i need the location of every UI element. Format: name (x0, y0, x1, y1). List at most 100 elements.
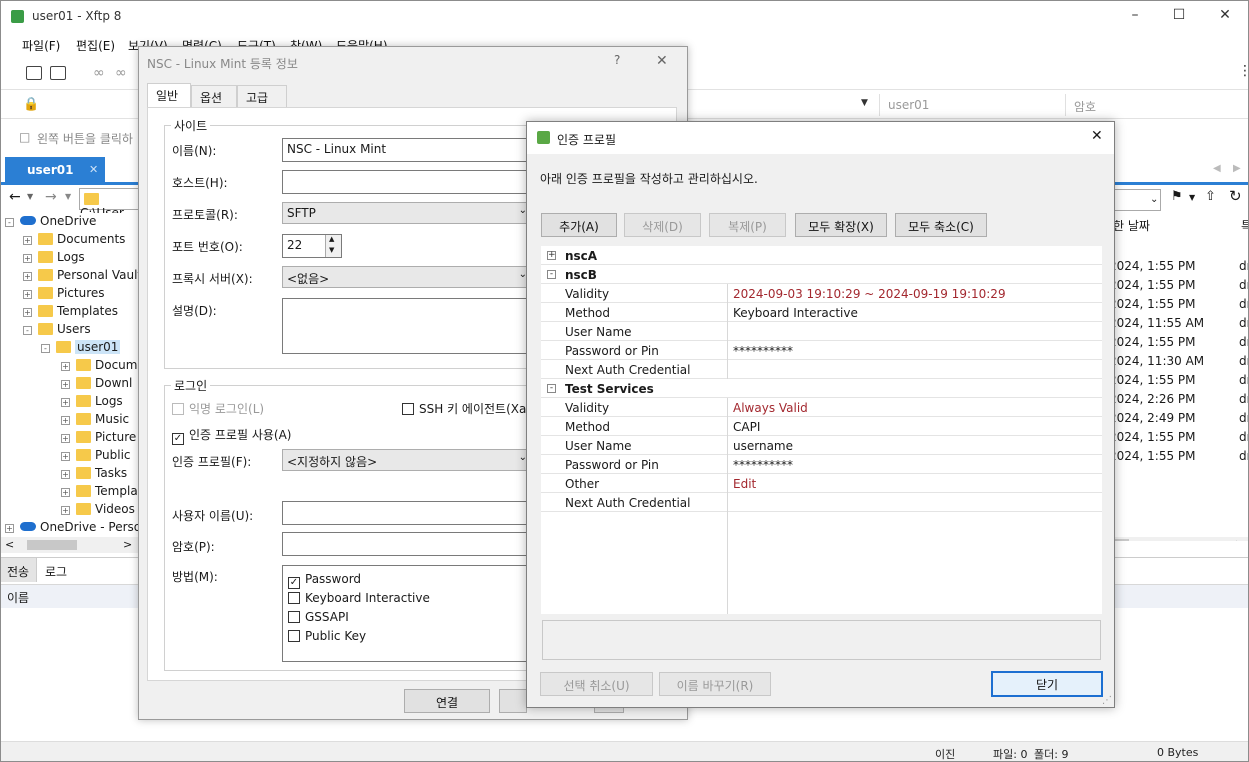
add-button[interactable]: 추가(A) (541, 213, 617, 237)
method-gssapi-checkbox[interactable]: GSSAPI (288, 610, 349, 624)
property-row[interactable]: Password or Pin ********** (541, 341, 1102, 360)
method-publickey-checkbox[interactable]: Public Key (288, 629, 366, 643)
column-attr[interactable]: 특 (1241, 217, 1248, 234)
collapse-icon[interactable]: - (23, 326, 32, 335)
password-field[interactable]: 암호 (1065, 94, 1248, 116)
method-keyboard-checkbox[interactable]: Keyboard Interactive (288, 591, 430, 605)
profile-row-nsca[interactable]: + nscA (541, 246, 1102, 265)
expand-icon[interactable]: + (23, 236, 32, 245)
expand-icon[interactable]: + (23, 290, 32, 299)
tab-advanced[interactable]: 고급 (237, 85, 287, 107)
collapse-icon[interactable]: - (547, 270, 556, 279)
expand-icon[interactable]: + (61, 452, 70, 461)
method-password-checkbox[interactable]: ✓ Password (288, 572, 361, 589)
tree-item-tasks[interactable]: + Tasks (61, 466, 127, 484)
delete-button[interactable]: 삭제(D) (624, 213, 701, 237)
new-session-icon[interactable] (26, 66, 42, 80)
rename-button[interactable]: 이름 바꾸기(R) (659, 672, 771, 696)
chevron-down-icon[interactable]: ⌄ (1150, 194, 1158, 205)
close-icon[interactable]: ✕ (1215, 7, 1235, 25)
collapse-all-button[interactable]: 모두 축소(C) (895, 213, 987, 237)
tree-item-downloads[interactable]: + Downl (61, 376, 132, 394)
proxy-select[interactable]: <없음> ⌄ (282, 266, 532, 288)
expand-icon[interactable]: + (61, 380, 70, 389)
property-row[interactable]: Method CAPI (541, 417, 1102, 436)
property-row[interactable]: Next Auth Credential (541, 360, 1102, 379)
copy-button[interactable]: 복제(P) (709, 213, 786, 237)
expand-icon[interactable]: + (23, 254, 32, 263)
property-row[interactable]: User Name (541, 322, 1102, 341)
bookmark-dropdown-icon[interactable]: ▼ (1189, 193, 1195, 202)
tree-item-onedrive[interactable]: - OneDrive (5, 214, 96, 232)
expand-icon[interactable]: + (547, 251, 556, 260)
expand-icon[interactable]: + (61, 416, 70, 425)
more-icon[interactable]: ⋮ (1238, 63, 1249, 79)
expand-icon[interactable]: + (5, 524, 14, 533)
property-row[interactable]: Next Auth Credential (541, 493, 1102, 512)
scroll-right-icon[interactable]: > (1235, 537, 1244, 541)
column-name[interactable]: 이름 (7, 589, 29, 606)
collapse-icon[interactable]: - (547, 384, 556, 393)
tree-item-users[interactable]: - Users (23, 322, 91, 340)
back-icon[interactable]: ← (9, 189, 21, 205)
use-auth-profile-checkbox[interactable]: ✓ 인증 프로필 사용(A) (172, 426, 291, 445)
anonymous-login-checkbox[interactable]: 익명 로그인(L) (172, 400, 264, 417)
close-icon[interactable]: ✕ (656, 53, 668, 69)
bookmark-icon[interactable]: ⚑ (1171, 189, 1183, 204)
port-stepper[interactable]: ▲ ▼ (325, 235, 341, 257)
unlink-icon[interactable]: ∞ (115, 65, 127, 81)
resize-grip-icon[interactable]: ⋰ (1102, 695, 1112, 706)
profile-row-nscb[interactable]: - nscB (541, 265, 1102, 284)
scroll-thumb[interactable] (27, 540, 77, 550)
up-icon[interactable]: ▲ (329, 235, 334, 243)
tab-scroll-left-icon[interactable]: ◀ (1213, 163, 1221, 174)
expand-icon[interactable]: + (61, 488, 70, 497)
username-field[interactable]: user01 (879, 94, 1065, 116)
help-icon[interactable]: ? (614, 53, 620, 67)
tree-item-documents[interactable]: + Documents (23, 232, 125, 250)
back-dropdown-icon[interactable]: ▼ (27, 192, 33, 201)
property-row[interactable]: Validity 2024-09-03 19:10:29 ~ 2024-09-19… (541, 284, 1102, 303)
expand-icon[interactable]: + (61, 470, 70, 479)
down-icon[interactable]: ▼ (329, 246, 334, 254)
collapse-icon[interactable]: - (41, 344, 50, 353)
tree-item-public[interactable]: + Public (61, 448, 131, 466)
property-row[interactable]: User Name username (541, 436, 1102, 455)
scroll-right-icon[interactable]: > (123, 538, 132, 551)
deselect-button[interactable]: 선택 취소(U) (540, 672, 653, 696)
tree-item-templates[interactable]: + Templates (23, 304, 118, 322)
menu-edit[interactable]: 편집(E) (76, 37, 115, 54)
expand-icon[interactable]: + (61, 506, 70, 515)
forward-dropdown-icon[interactable]: ▼ (65, 192, 71, 201)
column-modified[interactable]: 한 날짜 (1113, 217, 1150, 234)
connect-button[interactable]: 연결 (404, 689, 490, 713)
protocol-select[interactable]: SFTP ⌄ (282, 202, 532, 224)
tree-item-personal-vault[interactable]: + Personal Vault (23, 268, 138, 286)
expand-all-button[interactable]: 모두 확장(X) (795, 213, 887, 237)
list-scrollbar[interactable]: > (1101, 537, 1248, 541)
tab-transfer[interactable]: 전송 (1, 558, 37, 582)
tree-item-user01[interactable]: - user01 (41, 340, 121, 358)
expand-icon[interactable]: + (61, 362, 70, 371)
property-row[interactable]: Other Edit (541, 474, 1102, 493)
expand-icon[interactable]: + (61, 398, 70, 407)
link-icon[interactable]: ∞ (93, 65, 105, 81)
tree-item-videos[interactable]: + Videos (61, 502, 135, 520)
path-field[interactable]: C:\User (79, 188, 141, 220)
tree-item-templates-sub[interactable]: + Templa (61, 484, 138, 502)
tree-item-pictures[interactable]: + Pictures (23, 286, 105, 304)
tree-item-documents-sub[interactable]: + Docum (61, 358, 137, 376)
expand-icon[interactable]: + (23, 308, 32, 317)
open-folder-icon[interactable] (50, 66, 66, 80)
auth-profile-select[interactable]: <지정하지 않음> ⌄ (282, 449, 532, 471)
tree-item-pictures-sub[interactable]: + Picture (61, 430, 136, 448)
right-path-field[interactable]: ⌄ (1113, 189, 1161, 211)
tree-scrollbar[interactable]: < > (1, 537, 138, 553)
tab-log[interactable]: 로그 (45, 563, 67, 580)
expand-icon[interactable]: + (23, 272, 32, 281)
chevron-down-icon[interactable]: ▼ (861, 98, 868, 108)
property-row[interactable]: Method Keyboard Interactive (541, 303, 1102, 322)
tree-item-logs-sub[interactable]: + Logs (61, 394, 123, 412)
scroll-left-icon[interactable]: < (5, 538, 14, 551)
tab-general[interactable]: 일반 (147, 83, 191, 107)
